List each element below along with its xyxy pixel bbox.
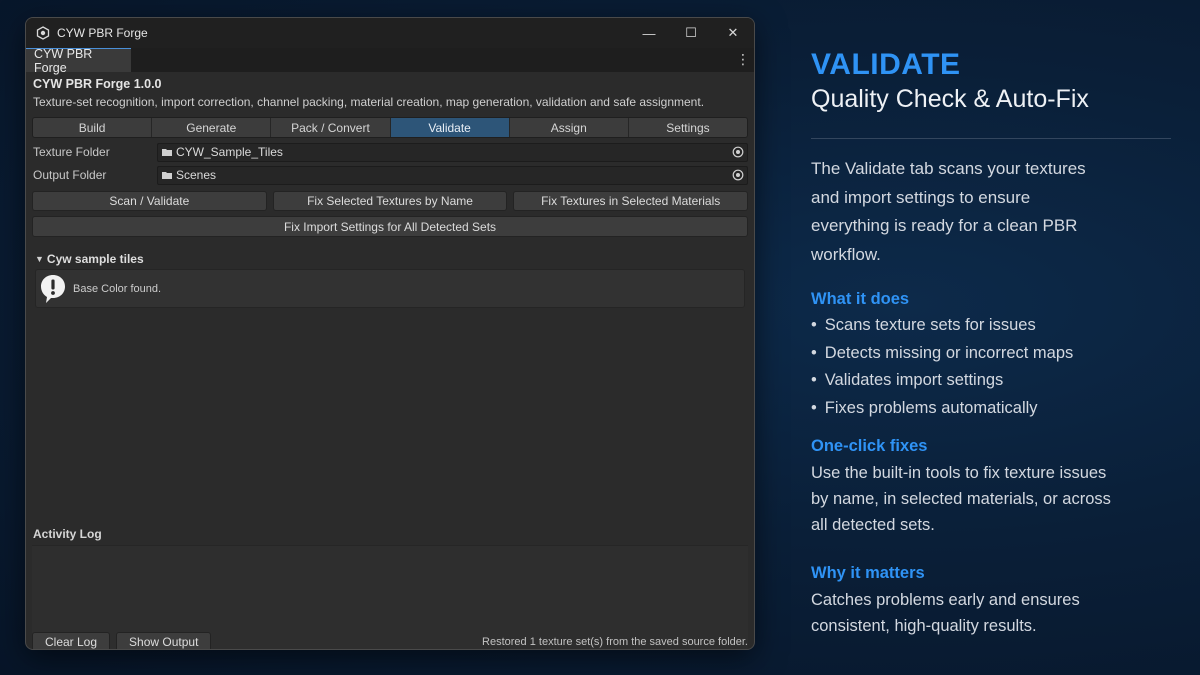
why-it-matters-title: Why it matters [811,564,925,582]
show-output-button[interactable]: Show Output [116,632,212,649]
validation-message: Base Color found. [73,282,162,295]
texture-folder-field[interactable]: CYW_Sample_Tiles [157,142,748,162]
one-click-fixes-title: One-click fixes [811,437,928,455]
texture-set-name: Cyw sample tiles [46,252,144,266]
close-button[interactable]: ✕ [712,18,754,48]
clear-log-button[interactable]: Clear Log [32,632,111,649]
validation-message-box: Base Color found. [35,269,745,308]
panel-headline: VALIDATE [811,48,961,81]
list-item: Scans texture sets for issues [811,312,1171,340]
app-description: Texture-set recognition, import correcti… [33,95,705,109]
folder-icon [162,171,172,179]
editor-window: CYW PBR Forge — ☐ ✕ CYW PBR Forge ⋮ CYW … [25,17,755,650]
maximize-button[interactable]: ☐ [670,18,712,48]
app-name: CYW PBR Forge 1.0.0 [33,77,162,91]
output-folder-field[interactable]: Scenes [157,165,748,185]
list-item: Fixes problems automatically [811,395,1171,423]
mode-toolbar: Build Generate Pack / Convert Validate A… [32,117,748,138]
tab-settings[interactable]: Settings [628,118,747,137]
editor-tab[interactable]: CYW PBR Forge [26,47,131,75]
one-click-fixes-text: Use the built-in tools to fix texture is… [811,464,1111,534]
texture-set-foldout[interactable]: ▼ Cyw sample tiles [32,251,748,267]
panel-intro: The Validate tab scans your textures and… [811,159,1086,264]
what-it-does-list: Scans texture sets for issues Detects mi… [811,312,1171,422]
tab-validate[interactable]: Validate [390,118,510,137]
activity-log-title: Activity Log [33,527,102,541]
tab-pack-convert[interactable]: Pack / Convert [271,118,391,137]
tool-content: CYW PBR Forge 1.0.0 Texture-set recognit… [26,72,754,649]
status-text: Restored 1 texture set(s) from the saved… [482,636,748,648]
action-buttons-row: Scan / Validate Fix Selected Textures by… [32,191,749,211]
texture-folder-row: Texture Folder CYW_Sample_Tiles [32,141,748,163]
more-options-icon[interactable]: ⋮ [736,51,750,67]
window-title: CYW PBR Forge [57,26,148,40]
texture-folder-value: CYW_Sample_Tiles [176,145,283,159]
feature-panel: VALIDATE Quality Check & Auto-Fix The Va… [811,48,1171,639]
fix-by-name-button[interactable]: Fix Selected Textures by Name [272,191,508,211]
object-picker-icon[interactable] [729,167,747,184]
title-bar[interactable]: CYW PBR Forge — ☐ ✕ [26,18,754,48]
app-logo-icon [36,26,50,40]
log-footer: Clear Log Show Output Restored 1 texture… [32,631,748,649]
panel-subhead: Quality Check & Auto-Fix [811,85,1089,113]
list-item: Validates import settings [811,367,1171,395]
info-bubble-icon [39,273,67,305]
tab-assign[interactable]: Assign [509,118,629,137]
why-it-matters-text: Catches problems early and ensures consi… [811,591,1080,635]
output-folder-label: Output Folder [33,168,107,182]
output-folder-value: Scenes [176,168,217,182]
editor-tab-strip: CYW PBR Forge ⋮ [26,47,754,75]
tab-build[interactable]: Build [33,118,153,137]
panel-divider [811,138,1171,139]
what-it-does-title: What it does [811,290,910,308]
list-item: Detects missing or incorrect maps [811,340,1171,368]
output-folder-row: Output Folder Scenes [32,164,748,186]
fix-import-settings-button[interactable]: Fix Import Settings for All Detected Set… [32,216,748,237]
object-picker-icon[interactable] [729,144,747,161]
folder-icon [162,148,172,156]
foldout-arrow-icon: ▼ [35,254,44,264]
texture-folder-label: Texture Folder [33,145,110,159]
fix-materials-button[interactable]: Fix Textures in Selected Materials [513,191,749,211]
tab-generate[interactable]: Generate [152,118,272,137]
minimize-button[interactable]: — [628,18,670,48]
scan-validate-button[interactable]: Scan / Validate [32,191,267,211]
